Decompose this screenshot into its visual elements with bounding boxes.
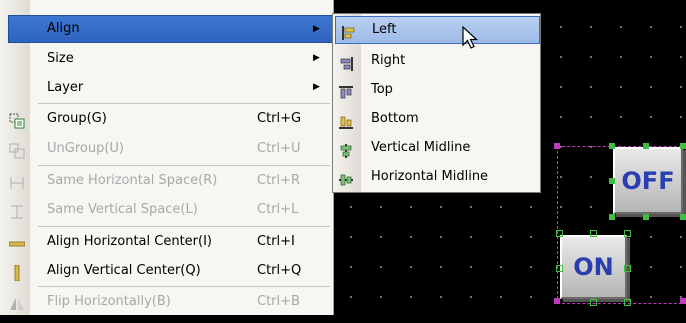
align-right-icon	[339, 53, 353, 71]
resize-handle[interactable]	[624, 230, 631, 237]
menu-item-same-horizontal-space[interactable]: Same Horizontal Space(R) Ctrl+R	[0, 166, 333, 195]
vertical-midline-icon	[339, 140, 353, 158]
selection-handle[interactable]	[680, 298, 686, 304]
menu-item-align-vertical-center[interactable]: Align Vertical Center(Q) Ctrl+Q	[0, 256, 333, 285]
align-left-icon	[342, 24, 356, 40]
menu-item-align-horizontal-center[interactable]: Align Horizontal Center(I) Ctrl+I	[0, 227, 333, 256]
menu-item-layer[interactable]: Layer ▶	[0, 73, 333, 102]
resize-handle[interactable]	[624, 265, 631, 272]
resize-handle[interactable]	[556, 265, 563, 272]
resize-handle[interactable]	[609, 214, 615, 220]
align-vertical-center-icon	[9, 263, 25, 282]
menu-item-shortcut: Ctrl+I	[257, 234, 295, 249]
context-menu: Align ▶ Size ▶ Layer ▶ Group(G) Ctrl+G U…	[0, 0, 334, 315]
menu-item-label: Group(G)	[47, 111, 107, 126]
submenu-arrow-icon: ▶	[313, 82, 320, 92]
menu-item-shortcut: Ctrl+R	[257, 173, 301, 188]
horizontal-midline-icon	[339, 169, 353, 186]
resize-handle[interactable]	[680, 214, 686, 220]
resize-handle[interactable]	[590, 299, 597, 306]
submenu-item-right[interactable]: Right	[333, 46, 540, 75]
menu-item-label: Same Vertical Space(L)	[47, 202, 198, 217]
align-horizontal-center-icon	[8, 234, 26, 250]
menu-item-shortcut: Ctrl+G	[257, 111, 302, 126]
menu-item-label: UnGroup(U)	[47, 141, 124, 156]
selection-handle[interactable]	[554, 143, 560, 149]
menu-item-label: Layer	[47, 80, 84, 95]
same-vertical-space-icon	[9, 202, 25, 219]
submenu-item-label: Horizontal Midline	[371, 169, 489, 184]
ungroup-icon	[9, 141, 25, 159]
submenu-item-left[interactable]: Left	[335, 16, 540, 44]
menu-item-shortcut: Ctrl+Q	[257, 263, 302, 278]
submenu-item-label: Left	[372, 22, 397, 37]
menu-item-shortcut: Ctrl+U	[257, 141, 301, 156]
submenu-item-horizontal-midline[interactable]: Horizontal Midline	[333, 162, 540, 191]
off-button-label: OFF	[621, 166, 675, 195]
menu-item-align[interactable]: Align ▶	[8, 15, 333, 43]
menu-item-flip-horizontally[interactable]: Flip Horizontally(B) Ctrl+B	[0, 287, 333, 316]
menu-item-label: Align	[47, 21, 80, 36]
submenu-item-label: Top	[371, 82, 393, 97]
menu-item-label: Size	[47, 51, 74, 66]
off-button[interactable]: OFF	[613, 147, 683, 214]
align-top-icon	[339, 82, 353, 99]
menu-item-group[interactable]: Group(G) Ctrl+G	[0, 104, 333, 133]
submenu-arrow-icon: ▶	[313, 53, 320, 63]
resize-handle[interactable]	[609, 178, 615, 184]
on-button-label: ON	[573, 253, 614, 281]
resize-handle[interactable]	[590, 230, 597, 237]
group-icon	[9, 111, 25, 129]
same-horizontal-space-icon	[9, 173, 25, 189]
resize-handle[interactable]	[680, 143, 686, 149]
menu-item-label: Flip Horizontally(B)	[47, 294, 171, 309]
menu-item-ungroup[interactable]: UnGroup(U) Ctrl+U	[0, 134, 333, 163]
menu-item-shortcut: Ctrl+L	[257, 202, 299, 217]
submenu-item-label: Right	[371, 53, 406, 68]
menu-item-size[interactable]: Size ▶	[0, 44, 333, 73]
menu-item-same-vertical-space[interactable]: Same Vertical Space(L) Ctrl+L	[0, 195, 333, 224]
menu-item-label: Align Vertical Center(Q)	[47, 263, 201, 278]
menu-item-label: Align Horizontal Center(I)	[47, 234, 212, 249]
submenu-item-label: Bottom	[371, 111, 419, 126]
submenu-item-vertical-midline[interactable]: Vertical Midline	[333, 133, 540, 162]
resize-handle[interactable]	[609, 143, 615, 149]
align-bottom-icon	[339, 111, 353, 129]
flip-horizontally-icon	[9, 294, 25, 310]
align-submenu: Left Right Top Bottom Vertical Midline H…	[332, 13, 541, 193]
menu-item-label: Same Horizontal Space(R)	[47, 173, 218, 188]
submenu-item-bottom[interactable]: Bottom	[333, 104, 540, 133]
mouse-cursor-icon	[462, 25, 482, 56]
submenu-item-label: Vertical Midline	[371, 140, 471, 155]
resize-handle[interactable]	[624, 299, 631, 306]
resize-handle[interactable]	[556, 230, 563, 237]
resize-handle[interactable]	[643, 214, 649, 220]
submenu-arrow-icon: ▶	[313, 24, 320, 34]
submenu-item-top[interactable]: Top	[333, 75, 540, 104]
resize-handle[interactable]	[643, 143, 649, 149]
menu-item-shortcut: Ctrl+B	[257, 294, 300, 309]
on-button[interactable]: ON	[560, 235, 627, 299]
